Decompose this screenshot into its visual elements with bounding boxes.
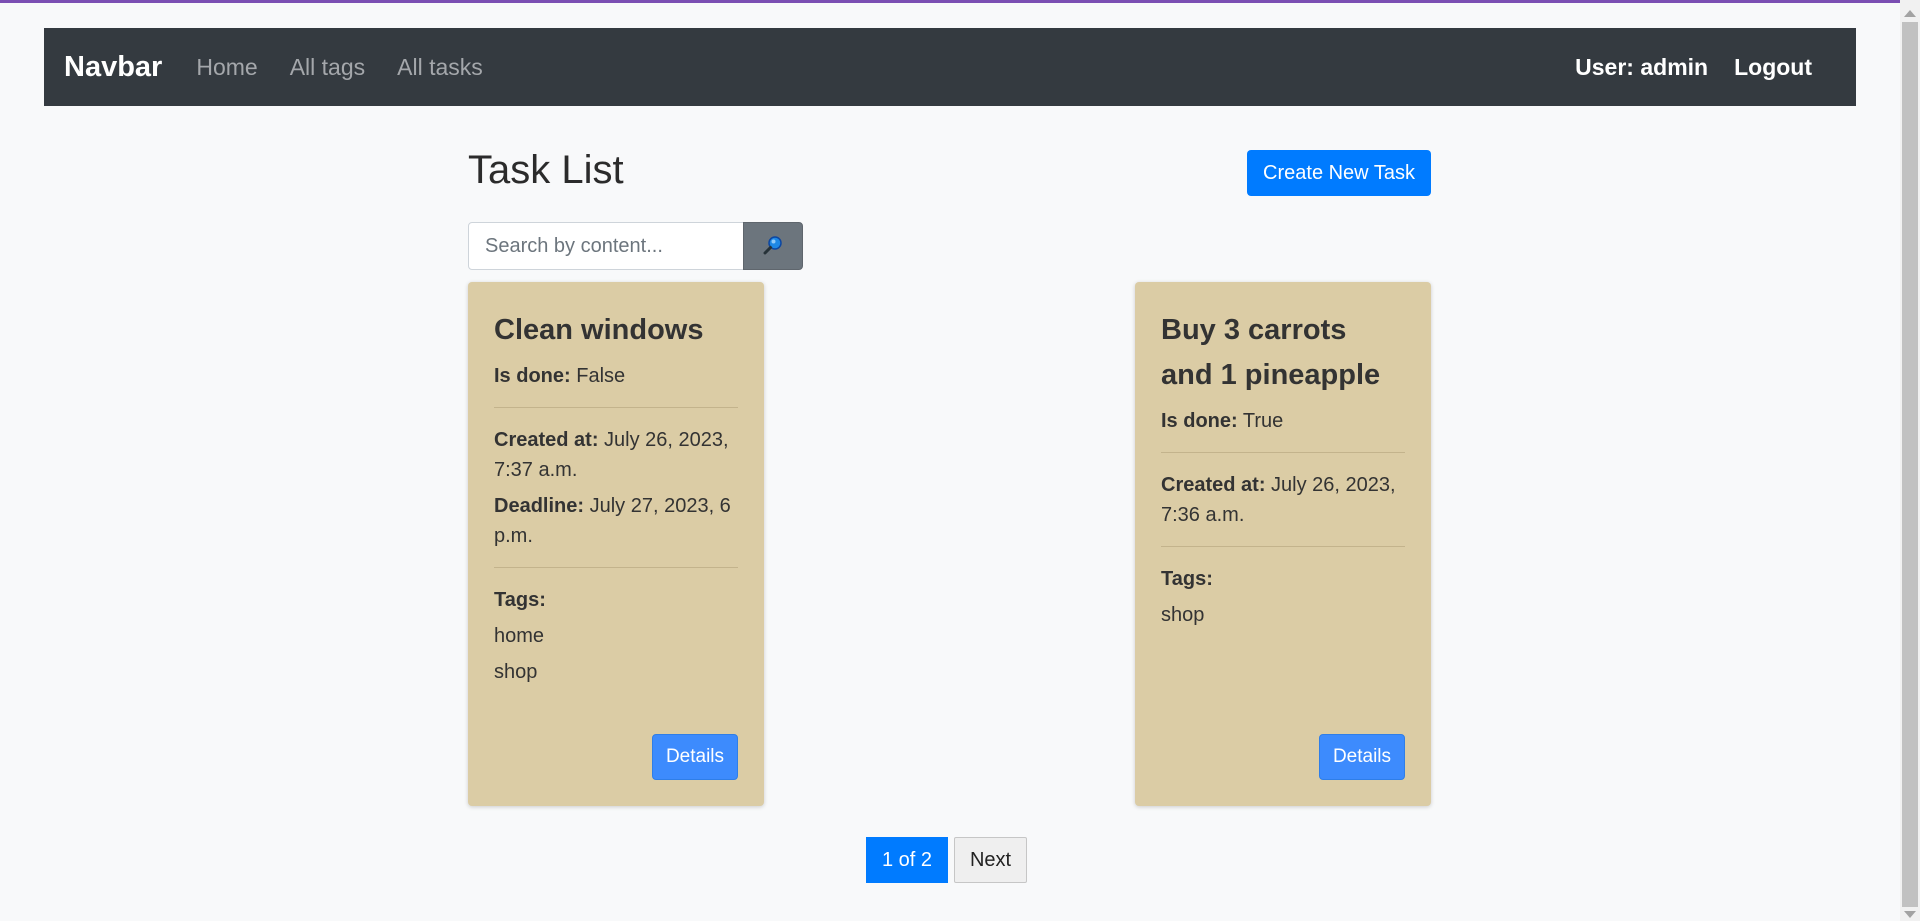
task-is-done: Is done: False xyxy=(494,361,738,391)
tag-item: shop xyxy=(494,661,538,683)
deadline-label: Deadline: xyxy=(494,495,585,517)
tags-label: Tags: xyxy=(1161,568,1213,590)
pagination-current: 1 of 2 xyxy=(866,837,948,883)
search-button[interactable] xyxy=(743,222,803,270)
task-created-at: Created at: July 26, 2023, 7:37 a.m. xyxy=(494,425,738,485)
divider xyxy=(1161,452,1405,453)
created-at-label: Created at: xyxy=(1161,474,1266,496)
is-done-value: True xyxy=(1242,410,1284,432)
create-new-task-button[interactable]: Create New Task xyxy=(1247,150,1431,196)
divider xyxy=(1161,546,1405,547)
is-done-label: Is done: xyxy=(494,365,571,387)
pagination-next-button[interactable]: Next xyxy=(954,837,1027,883)
nav-link-all-tags[interactable]: All tags xyxy=(290,54,365,81)
task-card: Buy 3 carrots and 1 pineapple Is done: T… xyxy=(1135,282,1431,806)
task-is-done: Is done: True xyxy=(1161,406,1405,436)
navbar: Navbar Home All tags All tasks User: adm… xyxy=(44,28,1856,106)
navbar-right: User: admin Logout xyxy=(1575,54,1812,81)
created-at-label: Created at: xyxy=(494,429,599,451)
tag-item: home xyxy=(494,625,545,647)
tags-label: Tags: xyxy=(494,589,546,611)
divider xyxy=(494,567,738,568)
scroll-up-arrow-icon[interactable] xyxy=(1904,10,1916,17)
details-button[interactable]: Details xyxy=(652,734,738,780)
scrollbar-thumb[interactable] xyxy=(1902,22,1918,907)
details-button[interactable]: Details xyxy=(1319,734,1405,780)
is-done-label: Is done: xyxy=(1161,410,1238,432)
logout-link[interactable]: Logout xyxy=(1734,54,1812,81)
divider xyxy=(494,407,738,408)
task-title: Buy 3 carrots and 1 pineapple xyxy=(1161,314,1381,391)
page-title: Task List xyxy=(468,148,624,192)
search-input[interactable] xyxy=(468,222,744,270)
nav-link-home[interactable]: Home xyxy=(196,54,257,81)
top-accent-bar xyxy=(0,0,1920,3)
task-created-at: Created at: July 26, 2023, 7:36 a.m. xyxy=(1161,470,1405,530)
task-card: Clean windows Is done: False Created at:… xyxy=(468,282,764,806)
nav-link-all-tasks[interactable]: All tasks xyxy=(397,54,483,81)
task-title: Clean windows xyxy=(494,314,704,346)
scroll-down-arrow-icon[interactable] xyxy=(1904,911,1916,918)
task-deadline: Deadline: July 27, 2023, 6 p.m. xyxy=(494,491,738,551)
is-done-value: False xyxy=(576,365,626,387)
navbar-brand[interactable]: Navbar xyxy=(64,51,162,84)
search-icon xyxy=(762,234,784,259)
tag-item: shop xyxy=(1161,604,1205,626)
current-user: User: admin xyxy=(1575,53,1709,80)
